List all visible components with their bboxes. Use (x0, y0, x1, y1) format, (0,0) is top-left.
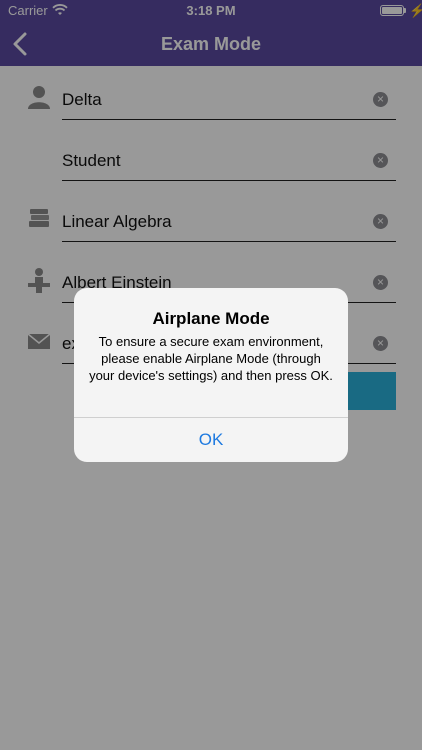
alert-message: To ensure a secure exam environment, ple… (89, 334, 333, 383)
airplane-mode-alert: Airplane Mode To ensure a secure exam en… (74, 288, 348, 462)
alert-title: Airplane Mode (152, 309, 270, 328)
ok-button[interactable]: OK (74, 418, 348, 462)
